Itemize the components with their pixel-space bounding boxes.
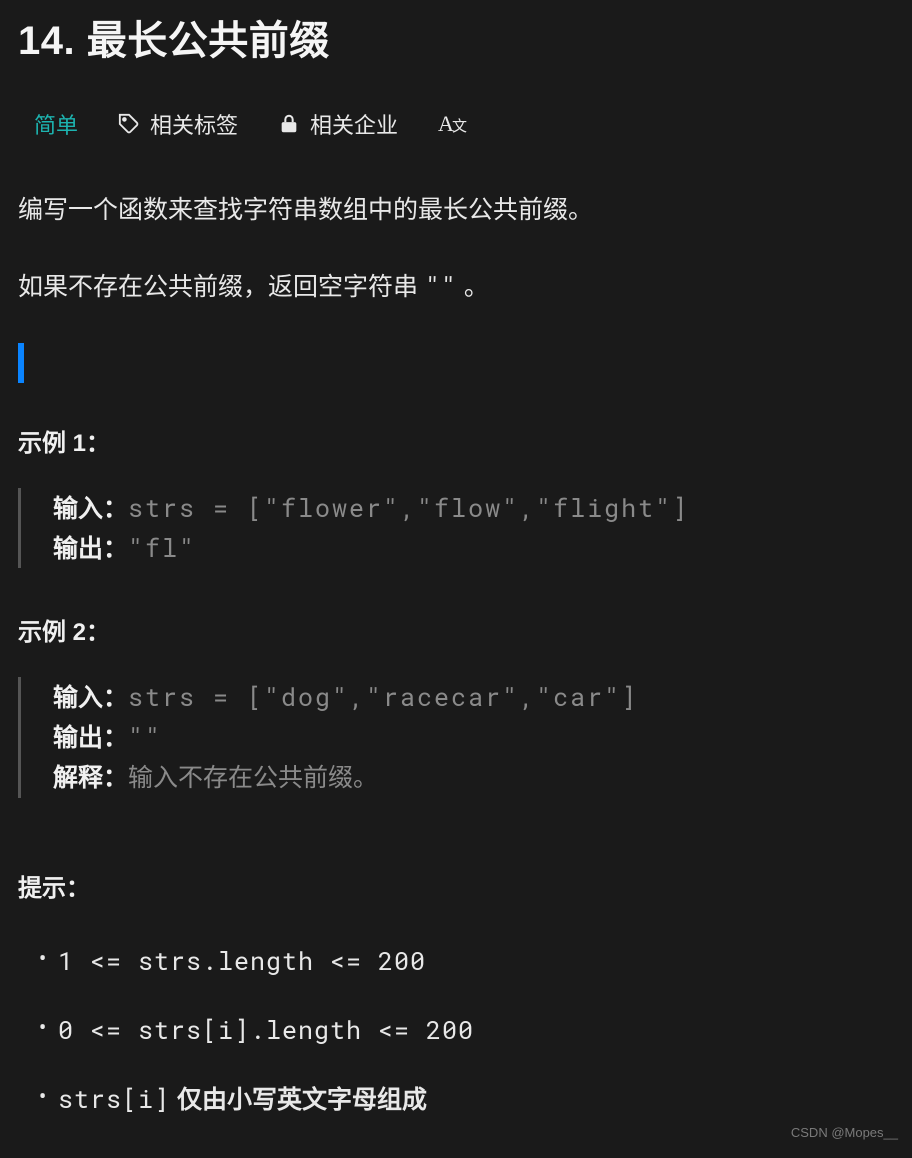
example-1-input-label: 输入： [53,491,128,524]
hint-item: 1 <= strs.length <= 200 [36,943,894,980]
quote-bar [18,343,24,383]
tabs-row: 简单 相关标签 相关企业 A文 [18,108,894,140]
example-1-title: 示例 1： [18,423,894,458]
hints-list: 1 <= strs.length <= 200 0 <= strs[i].len… [18,943,894,1118]
watermark: CSDN @Mopes__ [791,1125,898,1140]
lock-icon [278,113,300,135]
page-title: 14. 最长公共前缀 [18,8,894,66]
example-2-title: 示例 2： [18,612,894,647]
example-1-output-label: 输出： [53,531,128,564]
tab-difficulty[interactable]: 简单 [34,108,78,140]
example-2-block: 输入：strs = ["dog","racecar","car"] 输出："" … [18,677,894,798]
tab-translate[interactable]: A文 [438,111,467,137]
hint-code: 1 <= strs.length <= 200 [58,944,426,977]
desc-code: "" [425,269,457,302]
desc-pre: 如果不存在公共前缀，返回空字符串 [18,273,425,301]
tab-tags[interactable]: 相关标签 [118,108,238,140]
example-2-output-value: "" [128,720,162,753]
tab-tags-label: 相关标签 [150,108,238,140]
tab-companies[interactable]: 相关企业 [278,108,398,140]
example-2-explain-label: 解释： [53,760,128,793]
translate-icon: A文 [438,111,467,137]
example-1-input-value: strs = ["flower","flow","flight"] [128,491,689,524]
hints-title: 提示： [18,868,894,903]
desc-post: 。 [457,273,489,301]
hint-plain: 仅由小写英文字母组成 [170,1086,427,1114]
example-2-explain-value: 输入不存在公共前缀。 [128,764,378,792]
description-line-2: 如果不存在公共前缀，返回空字符串 "" 。 [18,266,894,307]
example-1-output-value: "fl" [128,531,196,564]
example-2-input-value: strs = ["dog","racecar","car"] [128,680,638,713]
example-1-block: 输入：strs = ["flower","flow","flight"] 输出：… [18,488,894,568]
example-2-input-label: 输入： [53,680,128,713]
tab-difficulty-label: 简单 [34,108,78,140]
hint-item: strs[i] 仅由小写英文字母组成 [36,1081,894,1118]
hint-code: strs[i] [58,1082,170,1115]
tab-companies-label: 相关企业 [310,108,398,140]
hint-item: 0 <= strs[i].length <= 200 [36,1012,894,1049]
tag-icon [118,113,140,135]
hint-code: 0 <= strs[i].length <= 200 [58,1013,474,1046]
description-line-1: 编写一个函数来查找字符串数组中的最长公共前缀。 [18,190,894,230]
example-2-output-label: 输出： [53,720,128,753]
